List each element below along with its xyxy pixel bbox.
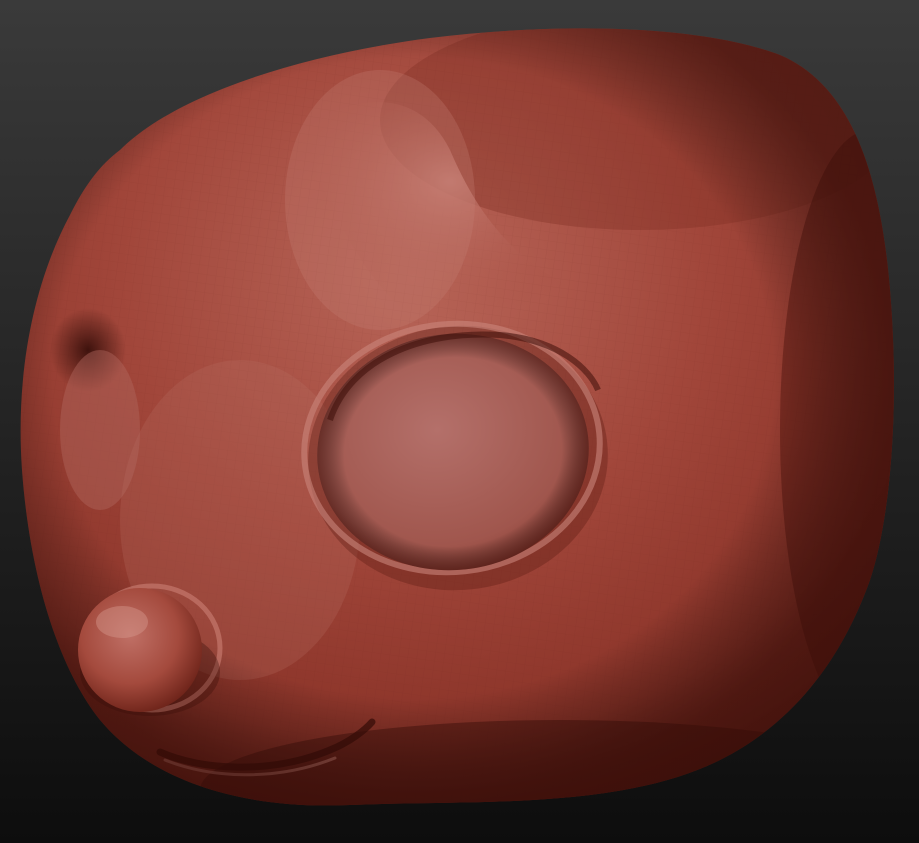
nose[interactable] bbox=[78, 583, 223, 716]
nose-tip bbox=[78, 588, 202, 712]
nose-specular bbox=[96, 606, 148, 638]
render-canvas bbox=[0, 0, 919, 843]
viewport[interactable] bbox=[0, 0, 919, 843]
